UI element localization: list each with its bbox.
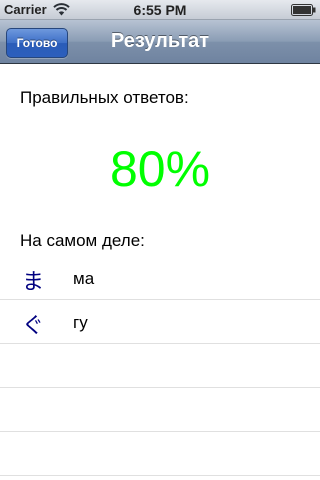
empty-row [0, 388, 320, 432]
status-bar: Carrier 6:55 PM [0, 0, 320, 20]
kana-character: ぐ [22, 314, 45, 339]
kana-reading: гу [73, 313, 88, 332]
actual-answers-label: На самом деле: [20, 231, 145, 250]
navigation-bar: Готово Результат [0, 20, 320, 64]
battery-icon [291, 4, 316, 16]
kana-character: ま [22, 270, 45, 295]
empty-row [0, 432, 320, 476]
list-item: ぐ гу [0, 300, 320, 344]
correct-answers-label: Правильных ответов: [20, 88, 189, 107]
page-title: Результат [110, 30, 210, 52]
answers-list: ま ма ぐ гу [0, 256, 320, 476]
score-percentage: 80% [109, 141, 211, 197]
status-time: 6:55 PM [133, 2, 187, 18]
empty-row [0, 344, 320, 388]
list-item: ま ма [0, 256, 320, 300]
done-button[interactable]: Готово [6, 28, 68, 58]
kana-reading: ма [73, 269, 95, 288]
